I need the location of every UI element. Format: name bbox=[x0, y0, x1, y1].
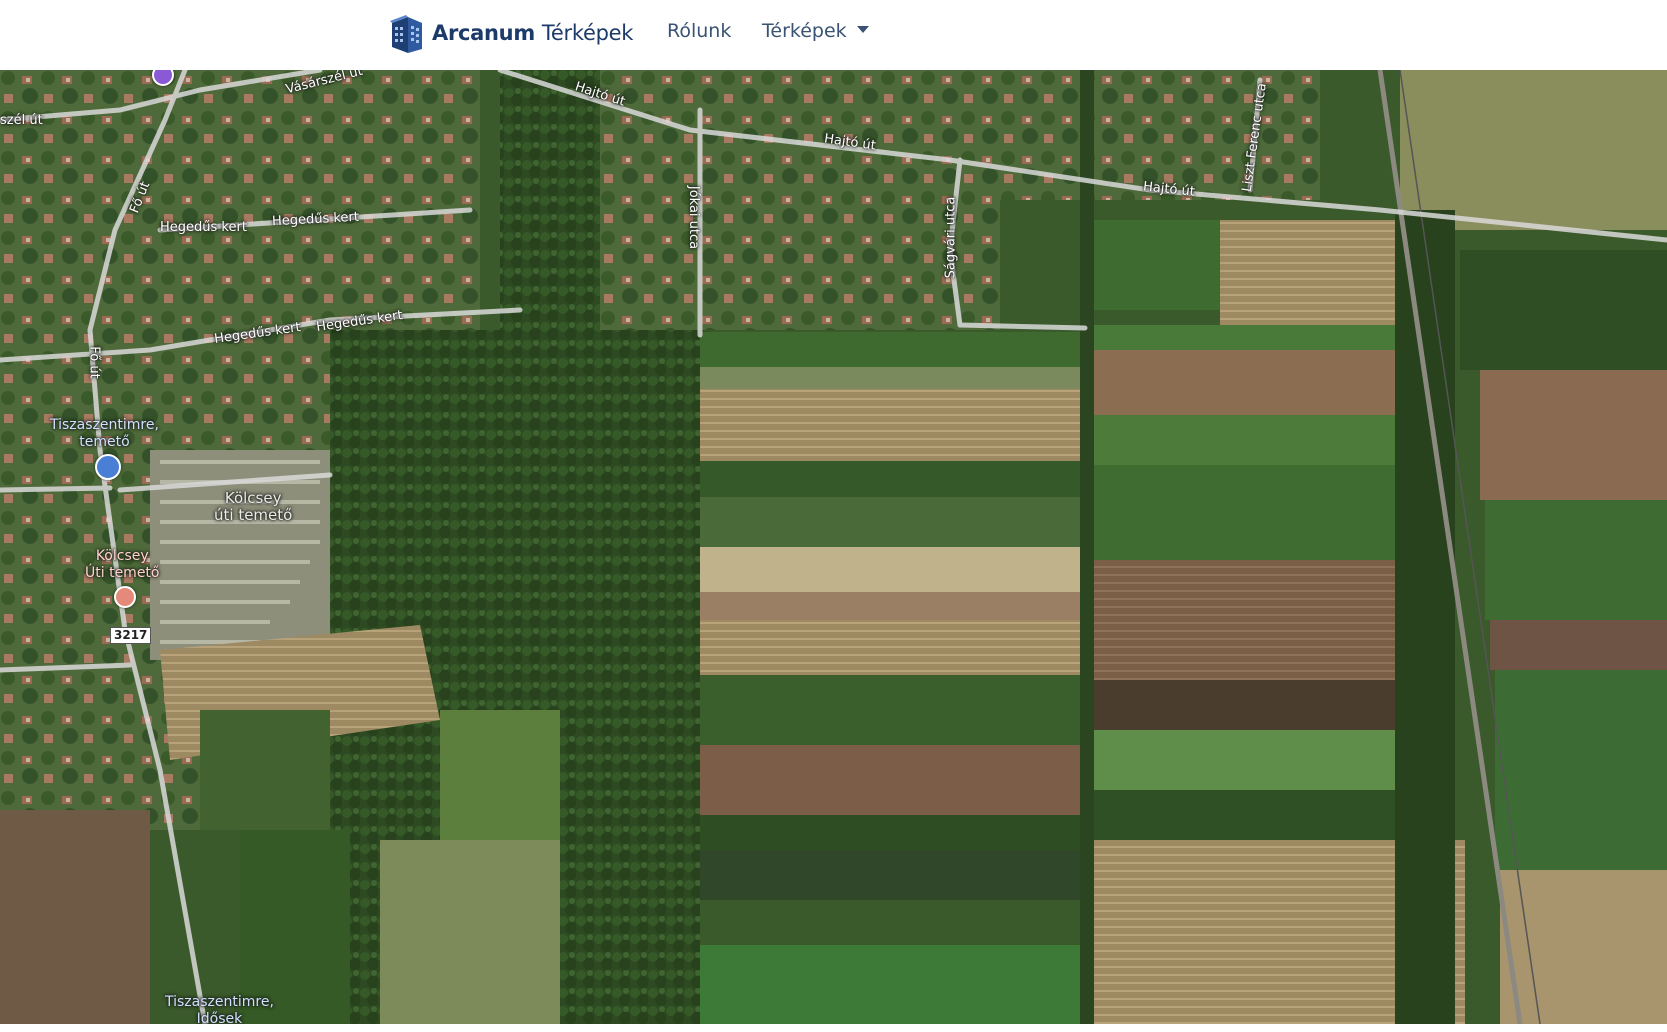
road-label: szél út bbox=[0, 113, 43, 128]
route-shield: 3217 bbox=[110, 627, 152, 644]
road-label: Ságvári utca bbox=[943, 196, 959, 279]
bus-stop-label: Tiszaszentimre, Idősek bbox=[165, 994, 274, 1024]
bus-stop-icon[interactable] bbox=[95, 454, 121, 480]
caret-down-icon bbox=[856, 26, 869, 33]
brand-logo-link[interactable]: Arcanum Térképek bbox=[386, 10, 633, 56]
bottom-strip bbox=[0, 1024, 1667, 1032]
road-label: Jókai utca bbox=[686, 185, 702, 250]
arcanum-logo-icon bbox=[390, 15, 422, 53]
brand-subtitle: Térképek bbox=[541, 21, 634, 45]
nav-maps-label: Térképek bbox=[762, 20, 847, 42]
satellite-map[interactable]: Vásárszél út szél út Hajtó út Hajtó út H… bbox=[0, 70, 1667, 1024]
cemetery-area-label: Kölcsey úti temető bbox=[214, 489, 293, 524]
road-label: Hegedűs kert bbox=[160, 220, 247, 235]
brand-name: Arcanum bbox=[432, 21, 535, 45]
satellite-imagery bbox=[0, 70, 1667, 1024]
cemetery-poi-label: Kölcsey Úti temető bbox=[85, 548, 160, 581]
road-label: Fő út bbox=[86, 346, 102, 379]
bus-stop-label: Tiszaszentimre, temető bbox=[50, 417, 159, 450]
cemetery-icon[interactable] bbox=[114, 586, 136, 608]
nav-about-link[interactable]: Rólunk bbox=[667, 20, 731, 42]
nav-maps-dropdown[interactable]: Térképek bbox=[762, 20, 869, 42]
top-navbar: Arcanum Térképek Rólunk Térképek bbox=[0, 0, 1667, 70]
